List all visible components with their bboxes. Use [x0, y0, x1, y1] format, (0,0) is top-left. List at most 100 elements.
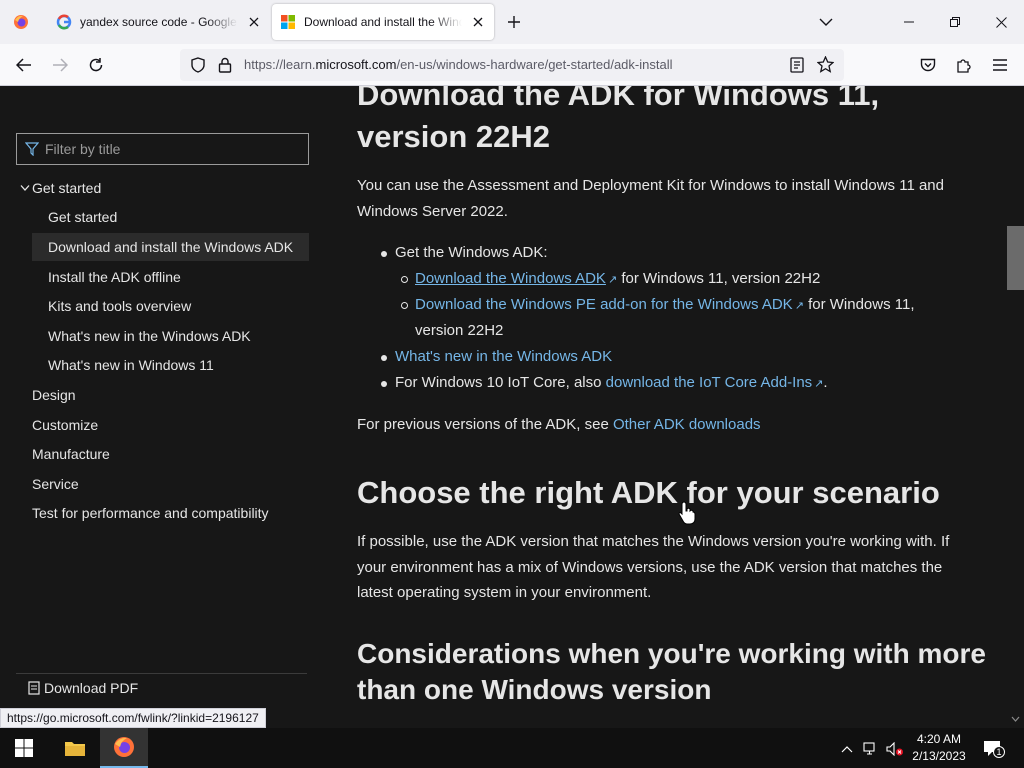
toc-item-service[interactable]: Service	[32, 476, 79, 492]
link-status-overlay: https://go.microsoft.com/fwlink/?linkid=…	[0, 708, 266, 728]
url-text[interactable]: https://learn.microsoft.com/en-us/window…	[244, 57, 672, 72]
toc-item-download-install-adk[interactable]: Download and install the Windows ADK	[48, 239, 293, 255]
filter-input[interactable]: Filter by title	[16, 133, 309, 165]
file-explorer-button[interactable]	[51, 728, 99, 768]
lock-icon[interactable]	[218, 57, 232, 73]
restore-icon	[950, 17, 960, 27]
heading-choose-right-adk: Choose the right ADK for your scenario	[357, 475, 940, 510]
whats-new-adk-link[interactable]: What's new in the Windows ADK	[395, 348, 612, 365]
back-arrow-icon	[16, 58, 31, 72]
paragraph-choose-line3: latest operating system in your environm…	[357, 584, 652, 601]
toc-item-design[interactable]: Design	[32, 387, 76, 403]
firefox-icon	[114, 737, 134, 757]
intro-line1: You can use the Assessment and Deploymen…	[357, 177, 944, 194]
download-winpe-link[interactable]: Download the Windows PE add-on for the W…	[415, 296, 793, 313]
download-pdf-link[interactable]: Download PDF	[28, 680, 138, 696]
download-pdf-label: Download PDF	[44, 680, 139, 696]
tab-google-search[interactable]: yandex source code - Google Se	[44, 0, 270, 44]
divider	[16, 673, 307, 674]
tab-title: yandex source code - Google Se	[80, 15, 238, 29]
volume-tray-button[interactable]	[886, 740, 904, 758]
heading-download-adk-line1: Download the ADK for Windows 11,	[357, 86, 880, 112]
document-icon	[28, 681, 40, 695]
toc-item-customize[interactable]: Customize	[32, 417, 98, 433]
close-icon	[995, 16, 1007, 28]
bullet-dot	[381, 251, 387, 257]
external-link-icon: ↗	[607, 274, 618, 286]
external-link-icon: ↗	[794, 300, 804, 312]
toc-item-install-adk-offline[interactable]: Install the ADK offline	[48, 269, 181, 285]
tab-adk-install[interactable]: Download and install the Windo	[272, 4, 494, 40]
app-menu-button[interactable]	[987, 53, 1013, 77]
bullet-iot-core: For Windows 10 IoT Core, also download t…	[395, 370, 828, 397]
toc-item-manufacture[interactable]: Manufacture	[32, 446, 110, 462]
network-tray-button[interactable]	[862, 740, 880, 758]
toc-item-kits-tools-overview[interactable]: Kits and tools overview	[48, 298, 191, 314]
other-adk-downloads-link[interactable]: Other ADK downloads	[613, 416, 761, 433]
google-g-icon	[56, 14, 72, 30]
chevron-down-icon[interactable]	[20, 184, 30, 192]
show-hidden-icons-button[interactable]	[838, 740, 856, 758]
toc-item-test-performance[interactable]: Test for performance and compatibility	[32, 505, 269, 521]
bookmark-star-icon[interactable]	[817, 56, 834, 73]
bullet-dot	[381, 355, 387, 361]
sub-bullet-download-winpe: Download the Windows PE add-on for the W…	[415, 292, 915, 319]
sub-bullet-download-adk: Download the Windows ADK ↗ for Windows 11…	[415, 266, 820, 293]
address-bar[interactable]: https://learn.microsoft.com/en-us/window…	[180, 49, 844, 81]
heading-considerations-line1: Considerations when you're working with …	[357, 638, 986, 669]
extensions-button[interactable]	[951, 53, 977, 77]
scrollbar-thumb[interactable]	[1007, 226, 1024, 290]
toc-item-whats-new-adk[interactable]: What's new in the Windows ADK	[48, 328, 251, 344]
volume-muted-icon	[886, 742, 903, 756]
close-tab-icon[interactable]	[244, 12, 264, 32]
list-all-tabs-button[interactable]	[816, 12, 836, 32]
forward-button[interactable]	[47, 53, 73, 77]
heading-considerations-line2: than one Windows version	[357, 674, 712, 705]
firefox-view-button[interactable]	[0, 0, 42, 44]
microsoft-logo-icon	[281, 15, 295, 29]
navigation-toolbar: https://learn.microsoft.com/en-us/window…	[0, 44, 1024, 86]
taskbar-clock[interactable]: 4:20 AM 2/13/2023	[906, 731, 972, 765]
minimize-icon	[904, 21, 914, 23]
tracking-protection-shield-icon[interactable]	[190, 57, 206, 73]
notification-count-badge: 1	[993, 746, 1005, 758]
hand-pointer-cursor-icon	[678, 501, 696, 525]
previous-versions-text: For previous versions of the ADK, see Ot…	[357, 416, 761, 433]
download-adk-link[interactable]: Download the Windows ADK	[415, 270, 606, 287]
bullet-get-adk: Get the Windows ADK:	[395, 244, 548, 261]
paragraph-choose-line1: If possible, use the ADK version that ma…	[357, 533, 950, 550]
minimize-button[interactable]	[886, 0, 932, 44]
back-button[interactable]	[11, 53, 37, 77]
close-window-button[interactable]	[978, 0, 1024, 44]
hamburger-menu-icon	[993, 59, 1007, 71]
action-center-button[interactable]: 1	[982, 740, 1005, 758]
clock-date: 2/13/2023	[912, 749, 966, 763]
restore-button[interactable]	[932, 0, 978, 44]
firefox-taskbar-button[interactable]	[100, 728, 148, 768]
firefox-icon	[14, 15, 28, 29]
windows-taskbar: 4:20 AM 2/13/2023 1	[0, 728, 1024, 768]
pocket-button[interactable]	[915, 53, 941, 77]
new-tab-button[interactable]	[504, 12, 524, 32]
reload-button[interactable]	[83, 53, 109, 77]
toc-item-get-started-group[interactable]: Get started	[32, 180, 101, 196]
iot-core-addins-link[interactable]: download the IoT Core Add-Ins	[606, 374, 813, 391]
start-button[interactable]	[0, 728, 48, 768]
reload-icon	[89, 58, 103, 72]
external-link-icon: ↗	[814, 378, 824, 390]
chevron-up-icon	[841, 746, 853, 753]
web-page: Filter by title Get started Get started …	[0, 86, 1024, 728]
forward-arrow-icon	[53, 58, 68, 72]
scrollbar-track[interactable]	[1007, 86, 1024, 728]
table-of-contents: Filter by title Get started Get started …	[0, 86, 340, 728]
scroll-down-arrow-icon[interactable]	[1011, 716, 1020, 722]
reader-view-icon[interactable]	[790, 57, 804, 73]
sub-bullet-winpe-line2: version 22H2	[415, 322, 504, 339]
toc-item-get-started[interactable]: Get started	[48, 209, 117, 225]
filter-placeholder: Filter by title	[45, 141, 121, 157]
toc-item-whats-new-windows-11[interactable]: What's new in Windows 11	[48, 357, 214, 373]
puzzle-piece-icon	[957, 59, 971, 73]
chevron-down-icon	[819, 18, 833, 26]
close-tab-icon[interactable]	[468, 12, 488, 32]
folder-icon	[65, 742, 85, 756]
